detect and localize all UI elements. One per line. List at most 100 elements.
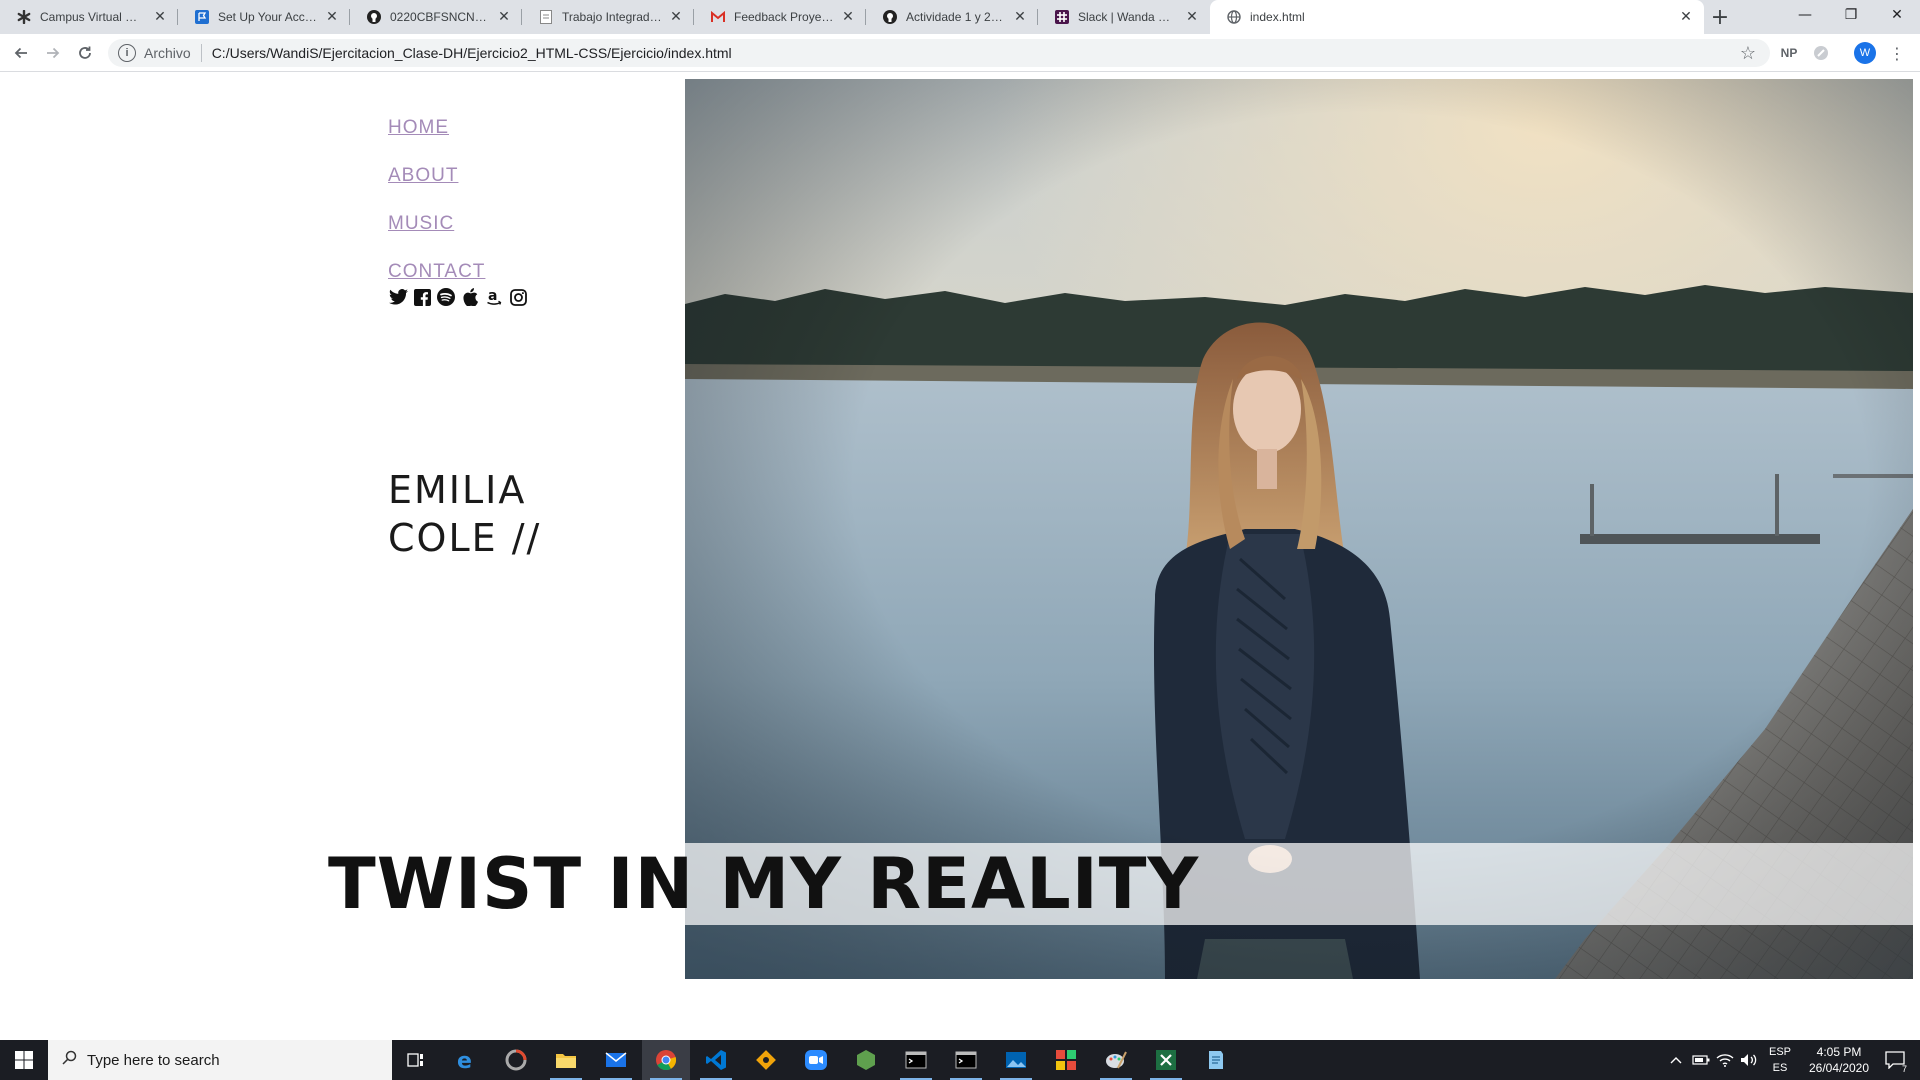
mail-icon[interactable] — [592, 1040, 640, 1080]
window-close-button[interactable]: ✕ — [1874, 0, 1920, 30]
facebook-icon[interactable] — [412, 287, 432, 307]
svg-text:a: a — [488, 288, 497, 304]
page-headline: TWIST IN MY REALITY — [328, 843, 1200, 925]
git-icon[interactable] — [742, 1040, 790, 1080]
zoom-icon[interactable] — [792, 1040, 840, 1080]
terminal-icon[interactable] — [942, 1040, 990, 1080]
office-icon[interactable] — [1042, 1040, 1090, 1080]
tab-title: Feedback Proyecto Integrad — [734, 10, 834, 24]
new-tab-button[interactable]: + — [1707, 0, 1733, 34]
tab-github-repo[interactable]: 0220CBFSNCN01ARND/No ✕ — [350, 0, 522, 34]
close-icon[interactable]: ✕ — [152, 9, 168, 25]
close-icon[interactable]: ✕ — [1184, 9, 1200, 25]
keyboard-layout-code: ES — [1772, 1062, 1788, 1074]
page-viewport: HOME ABOUT MUSIC CONTACT a EMILIA COLE /… — [0, 73, 1920, 1023]
url-text[interactable]: C:/Users/WandiS/Ejercitacion_Clase-DH/Ej… — [212, 45, 732, 61]
site-nav: HOME ABOUT MUSIC CONTACT a — [388, 117, 528, 307]
battery-icon[interactable] — [1690, 1040, 1712, 1080]
nav-link-about[interactable]: ABOUT — [388, 165, 528, 187]
asterisk-icon — [16, 9, 32, 25]
clock-date: 26/04/2020 — [1808, 1061, 1870, 1075]
artist-name-line2: COLE // — [388, 516, 542, 560]
tab-title: 0220CBFSNCN01ARND/No — [390, 10, 490, 24]
gmail-icon — [710, 9, 726, 25]
task-view-icon[interactable] — [392, 1040, 440, 1080]
maximize-button[interactable]: ❐ — [1828, 0, 1874, 30]
profile-avatar[interactable]: W — [1854, 42, 1876, 64]
tab-title: index.html — [1250, 10, 1305, 24]
bookmark-star-icon[interactable]: ☆ — [1740, 43, 1756, 64]
show-hidden-icons-chevron-icon[interactable] — [1666, 1040, 1686, 1080]
tab-title: Actividade 1 y 2 HTML/CSS — [906, 10, 1006, 24]
taskbar-search[interactable]: Type here to search — [48, 1040, 392, 1080]
scheme-label: Archivo — [144, 45, 191, 61]
spotify-icon[interactable] — [436, 287, 456, 307]
info-icon[interactable]: i — [118, 44, 136, 62]
twitter-icon[interactable] — [388, 287, 408, 307]
nav-link-contact[interactable]: CONTACT — [388, 261, 528, 283]
tab-campus-virtual[interactable]: Campus Virtual Global-UTN ✕ — [0, 0, 178, 34]
artist-name-line1: EMILIA — [388, 468, 527, 512]
terminal-icon[interactable] — [892, 1040, 940, 1080]
language-code: ESP — [1768, 1046, 1791, 1058]
photos-icon[interactable] — [992, 1040, 1040, 1080]
notepad-icon[interactable] — [1192, 1040, 1240, 1080]
address-bar[interactable]: i Archivo C:/Users/WandiS/Ejercitacion_C… — [108, 39, 1770, 67]
close-icon[interactable]: ✕ — [1012, 9, 1028, 25]
excel-icon[interactable] — [1142, 1040, 1190, 1080]
nav-link-music[interactable]: MUSIC — [388, 213, 528, 235]
social-icons: a — [388, 287, 528, 307]
input-language-indicator[interactable]: ESP ES — [1765, 1044, 1795, 1076]
windows-logo-icon — [15, 1051, 33, 1069]
artist-name: EMILIA COLE // — [388, 466, 541, 562]
tab-title: Trabajo Integrador-Grupo2 — [562, 10, 662, 24]
nav-link-home[interactable]: HOME — [388, 117, 528, 139]
chrome-icon[interactable] — [642, 1040, 690, 1080]
close-icon[interactable]: ✕ — [496, 9, 512, 25]
forward-arrow-icon — [47, 47, 60, 59]
close-icon[interactable]: ✕ — [668, 9, 684, 25]
search-icon — [62, 1050, 77, 1070]
notification-center-button[interactable]: 7 — [1880, 1040, 1910, 1080]
browser-toolbar: i Archivo C:/Users/WandiS/Ejercitacion_C… — [0, 34, 1920, 72]
tab-set-up-account[interactable]: Set Up Your Account | Font ✕ — [178, 0, 350, 34]
close-icon[interactable]: ✕ — [324, 9, 340, 25]
search-placeholder: Type here to search — [87, 1051, 220, 1069]
back-button[interactable] — [8, 40, 34, 66]
volume-icon[interactable] — [1738, 1040, 1760, 1080]
node-icon[interactable] — [842, 1040, 890, 1080]
slack-icon — [1054, 9, 1070, 25]
start-button[interactable] — [0, 1040, 48, 1080]
np-extension-button[interactable]: NP — [1778, 43, 1800, 63]
notification-count: 7 — [1901, 1064, 1907, 1074]
reload-icon — [79, 46, 91, 59]
apple-icon[interactable] — [460, 287, 480, 307]
file-explorer-icon[interactable] — [542, 1040, 590, 1080]
tab-title: Campus Virtual Global-UTN — [40, 10, 146, 24]
paint-icon[interactable] — [1092, 1040, 1140, 1080]
tab-feedback-gmail[interactable]: Feedback Proyecto Integrad ✕ — [694, 0, 866, 34]
minimize-button[interactable]: — — [1782, 0, 1828, 30]
tab-title: Slack | Wanda Scarpato | Fu — [1078, 10, 1178, 24]
reload-button[interactable] — [72, 40, 98, 66]
windows-taskbar: Type here to search e ESP ES 4:05 PM 26/… — [0, 1040, 1920, 1080]
kebab-menu-icon[interactable]: ⋮ — [1886, 42, 1908, 64]
close-icon[interactable]: ✕ — [1678, 9, 1694, 25]
tab-index-html[interactable]: index.html ✕ — [1210, 0, 1704, 34]
back-arrow-icon — [14, 47, 27, 59]
forward-button[interactable] — [40, 40, 66, 66]
edge-icon[interactable]: e — [442, 1040, 490, 1080]
close-icon[interactable]: ✕ — [840, 9, 856, 25]
clock-time: 4:05 PM — [1816, 1045, 1862, 1059]
taskbar-clock[interactable]: 4:05 PM 26/04/2020 — [1806, 1044, 1872, 1076]
app-icon[interactable] — [492, 1040, 540, 1080]
tab-slack[interactable]: Slack | Wanda Scarpato | Fu ✕ — [1038, 0, 1210, 34]
vscode-icon[interactable] — [692, 1040, 740, 1080]
tab-trabajo-integrador[interactable]: Trabajo Integrador-Grupo2 ✕ — [522, 0, 694, 34]
amazon-icon[interactable]: a — [484, 287, 504, 307]
tab-strip: Campus Virtual Global-UTN ✕ Set Up Your … — [0, 0, 1920, 34]
tab-actividade-github[interactable]: Actividade 1 y 2 HTML/CSS ✕ — [866, 0, 1038, 34]
wifi-icon[interactable] — [1714, 1040, 1736, 1080]
instagram-icon[interactable] — [508, 287, 528, 307]
extension-icon[interactable] — [1810, 43, 1832, 63]
